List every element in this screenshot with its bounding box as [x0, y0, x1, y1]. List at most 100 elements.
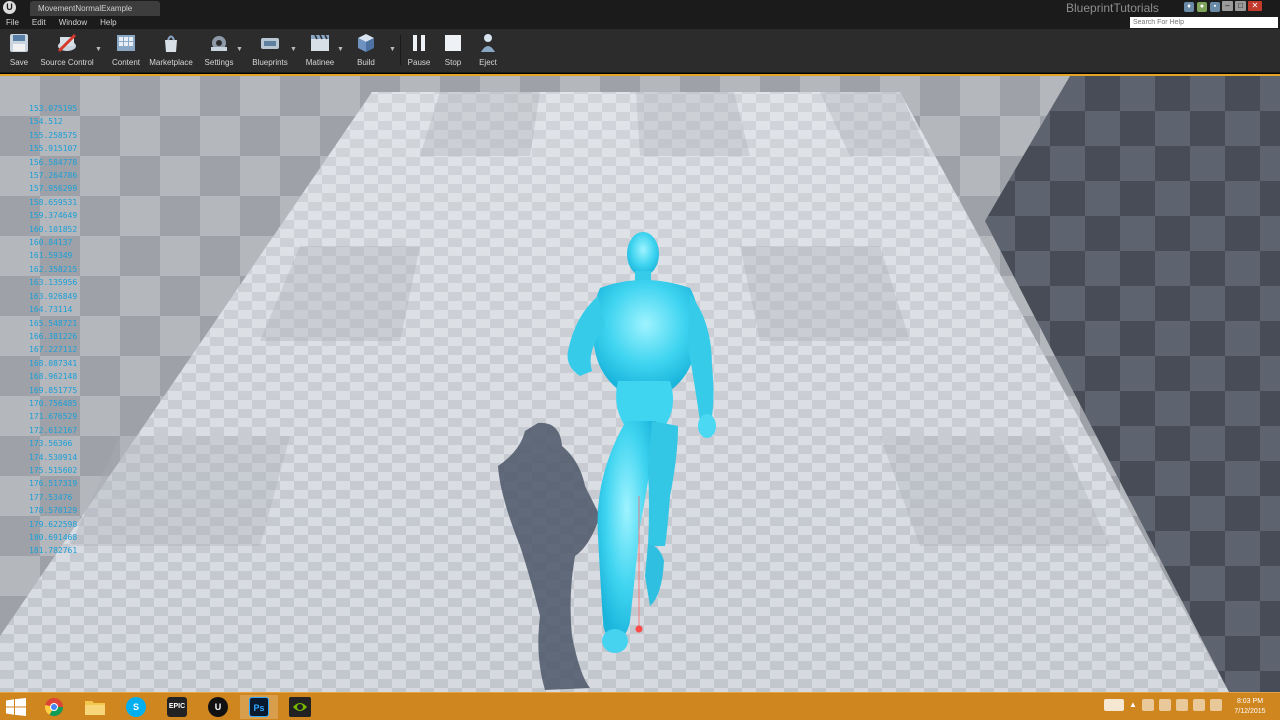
- eject-button[interactable]: Eject: [475, 32, 501, 72]
- stat-line: 175.515602: [29, 465, 78, 475]
- stop-button[interactable]: Stop: [440, 32, 466, 72]
- chat-icon[interactable]: ●: [1197, 2, 1207, 12]
- stat-line: 163.926849: [29, 291, 78, 301]
- marketplace-button[interactable]: Marketplace: [148, 32, 194, 72]
- stat-line: 168.087341: [29, 358, 78, 368]
- stat-line: 155.915107: [29, 144, 78, 154]
- system-tray: ▲: [1104, 699, 1222, 711]
- blueprints-icon: [261, 38, 279, 49]
- taskbar-epic-launcher[interactable]: EPIC: [158, 695, 196, 719]
- stat-line: 163.135956: [29, 278, 78, 288]
- taskbar-unreal-editor[interactable]: U: [199, 695, 237, 719]
- build-dropdown-icon[interactable]: ▼: [389, 46, 396, 53]
- source-control-dropdown-icon[interactable]: ▼: [95, 46, 102, 53]
- battery-icon[interactable]: [1193, 699, 1205, 711]
- blueprints-label: Blueprints: [252, 58, 288, 67]
- flag-icon[interactable]: [1159, 699, 1171, 711]
- unreal-logo-icon[interactable]: U: [3, 1, 16, 14]
- nvidia-icon: [289, 697, 311, 717]
- stat-line: 179.622598: [29, 519, 78, 529]
- info-icon[interactable]: ▪: [1210, 2, 1220, 12]
- level-tab[interactable]: MovementNormalExample: [30, 1, 160, 16]
- stat-line: 171.676529: [29, 412, 78, 422]
- stat-line: 160.101852: [29, 224, 78, 234]
- stat-line: 161.59349: [29, 251, 73, 261]
- blueprints-button[interactable]: Blueprints: [250, 32, 290, 72]
- title-bar-icons: ♦ ● ▪: [1184, 2, 1220, 12]
- trace-point: [635, 625, 643, 633]
- build-button[interactable]: Build: [351, 32, 381, 72]
- minimize-icon[interactable]: –: [1222, 1, 1233, 11]
- matinee-icon: [311, 34, 329, 51]
- build-icon: [358, 34, 374, 52]
- stat-line: 165.548721: [29, 318, 78, 328]
- search-help-input[interactable]: [1130, 17, 1278, 28]
- close-icon[interactable]: ✕: [1248, 1, 1262, 11]
- level-viewport[interactable]: 153.075195 154.512 155.258575 155.915107…: [0, 74, 1280, 692]
- stop-label: Stop: [444, 58, 462, 67]
- content-button[interactable]: Content: [110, 32, 142, 72]
- notification-icon[interactable]: ♦: [1184, 2, 1194, 12]
- taskbar-skype[interactable]: S: [117, 695, 155, 719]
- unreal-icon: U: [208, 697, 228, 717]
- project-name: BlueprintTutorials: [1066, 1, 1159, 15]
- menu-window[interactable]: Window: [59, 16, 87, 29]
- window-controls: – □ ✕: [1222, 1, 1262, 11]
- menu-help[interactable]: Help: [100, 16, 116, 29]
- network-icon[interactable]: [1142, 699, 1154, 711]
- stat-line: 157.264786: [29, 171, 78, 181]
- taskbar-photoshop[interactable]: Ps: [240, 695, 278, 719]
- monitor-icon[interactable]: [1176, 699, 1188, 711]
- stat-line: 181.782761: [29, 546, 78, 556]
- taskbar-nvidia[interactable]: [281, 695, 319, 719]
- source-control-icon: [57, 33, 77, 53]
- taskbar-chrome[interactable]: [35, 695, 73, 719]
- stat-line: 174.530914: [29, 452, 78, 462]
- build-label: Build: [357, 58, 375, 67]
- maximize-icon[interactable]: □: [1235, 1, 1246, 11]
- stat-line: 170.756485: [29, 398, 78, 408]
- settings-label: Settings: [204, 58, 234, 67]
- content-label: Content: [111, 58, 141, 67]
- matinee-label: Matinee: [305, 58, 335, 67]
- stat-line: 178.570129: [29, 506, 78, 516]
- keyboard-icon[interactable]: [1104, 699, 1124, 711]
- taskbar-clock[interactable]: 8:03 PM 7/12/2015: [1228, 697, 1272, 717]
- pause-icon: [413, 35, 425, 51]
- settings-button[interactable]: Settings: [202, 32, 236, 72]
- save-icon: [10, 34, 28, 52]
- menu-bar: File Edit Window Help: [0, 16, 1280, 29]
- menu-edit[interactable]: Edit: [32, 16, 46, 29]
- eject-icon: [481, 34, 495, 52]
- stat-line: 164.73114: [29, 305, 73, 315]
- matinee-button[interactable]: Matinee: [303, 32, 337, 72]
- show-hidden-icons-icon[interactable]: ▲: [1129, 699, 1137, 711]
- stat-line: 168.962148: [29, 372, 78, 382]
- pause-button[interactable]: Pause: [406, 32, 432, 72]
- menu-file[interactable]: File: [6, 16, 19, 29]
- stat-line: 172.612167: [29, 425, 78, 435]
- matinee-dropdown-icon[interactable]: ▼: [337, 46, 344, 53]
- skype-icon: S: [126, 697, 146, 717]
- debug-print-log: 153.075195 154.512 155.258575 155.915107…: [29, 102, 77, 558]
- stat-line: 166.381226: [29, 331, 78, 341]
- epic-games-icon: EPIC: [167, 697, 187, 717]
- content-icon: [117, 35, 135, 51]
- source-control-button[interactable]: Source Control: [38, 32, 96, 72]
- taskbar-explorer[interactable]: [76, 695, 114, 719]
- stat-line: 157.956299: [29, 184, 78, 194]
- blueprints-dropdown-icon[interactable]: ▼: [290, 46, 297, 53]
- windows-start-icon[interactable]: [6, 698, 26, 716]
- stat-line: 176.517319: [29, 479, 78, 489]
- stat-line: 169.851775: [29, 385, 78, 395]
- photoshop-icon: Ps: [249, 697, 269, 717]
- volume-icon[interactable]: [1210, 699, 1222, 711]
- settings-icon: [211, 36, 227, 51]
- stat-line: 162.358215: [29, 264, 78, 274]
- stat-line: 177.53476: [29, 492, 73, 502]
- source-control-label: Source Control: [40, 58, 94, 67]
- settings-dropdown-icon[interactable]: ▼: [236, 46, 243, 53]
- pause-label: Pause: [407, 58, 431, 67]
- save-label: Save: [9, 58, 29, 67]
- save-button[interactable]: Save: [6, 32, 32, 72]
